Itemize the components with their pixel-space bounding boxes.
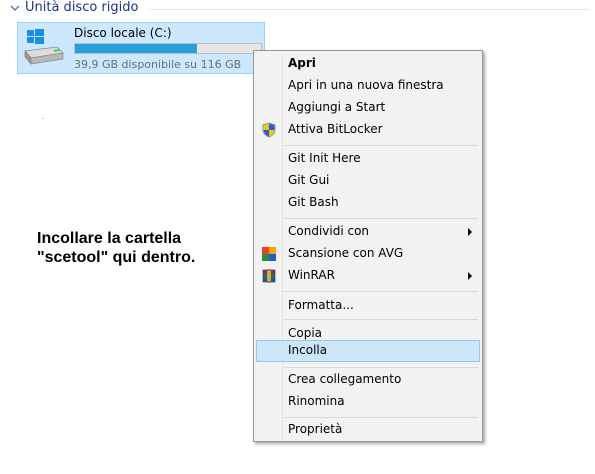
section-header-hard-drives[interactable]: Unità disco rigido	[0, 0, 595, 18]
section-divider	[150, 9, 590, 10]
menu-item-git-bash[interactable]: Git Bash	[256, 192, 480, 214]
menu-item-format[interactable]: Formatta...	[256, 289, 480, 312]
menu-item-pin-to-start[interactable]: Aggiungi a Start	[256, 97, 480, 119]
menu-item-avg-scan[interactable]: Scansione con AVG	[256, 243, 480, 265]
menu-item-label: Attiva BitLocker	[288, 122, 383, 136]
menu-item-create-shortcut[interactable]: Crea collegamento	[256, 369, 480, 391]
menu-item-bitlocker[interactable]: Attiva BitLocker	[256, 119, 480, 141]
menu-item-git-gui[interactable]: Git Gui	[256, 170, 480, 192]
menu-item-label: Apri	[288, 56, 316, 70]
explorer-view: Unità disco rigido Disco locale (C:) 39,…	[0, 0, 595, 474]
menu-item-rename[interactable]: Rinomina	[256, 391, 480, 413]
menu-item-properties[interactable]: Proprietà	[256, 419, 480, 441]
drive-usage-fill	[75, 44, 198, 53]
chevron-down-icon[interactable]	[9, 2, 21, 14]
drive-free-space: 39,9 GB disponibile su 116 GB	[74, 58, 242, 71]
winrar-icon	[262, 269, 276, 283]
avg-icon	[262, 247, 276, 261]
menu-item-paste[interactable]: Incolla	[256, 340, 480, 362]
menu-item-open-new-window[interactable]: Apri in una nuova finestra	[256, 75, 480, 97]
context-menu: Apri Apri in una nuova finestra Aggiungi…	[253, 50, 483, 442]
menu-item-label: Incolla	[288, 343, 328, 357]
menu-item-git-init[interactable]: Git Init Here	[256, 148, 480, 170]
stray-dot	[42, 118, 43, 119]
menu-separator	[284, 367, 478, 368]
submenu-arrow-icon	[468, 228, 472, 236]
menu-item-label: Apri in una nuova finestra	[288, 78, 444, 92]
menu-item-label: Scansione con AVG	[288, 246, 404, 260]
menu-item-share-with[interactable]: Condividi con	[256, 221, 480, 243]
menu-item-label: Git Bash	[288, 195, 339, 209]
instruction-line-1: Incollare la cartella	[37, 230, 182, 247]
menu-item-label: Condividi con	[288, 224, 370, 238]
submenu-arrow-icon	[468, 272, 472, 280]
menu-separator	[284, 145, 478, 146]
drive-usage-bar	[74, 43, 262, 54]
menu-item-label: Git Init Here	[288, 151, 361, 165]
menu-item-label: Proprietà	[288, 422, 343, 436]
menu-separator	[284, 218, 478, 219]
drive-tile-local-c[interactable]: Disco locale (C:) 39,9 GB disponibile su…	[17, 22, 265, 74]
menu-separator	[284, 417, 478, 418]
section-title: Unità disco rigido	[25, 0, 139, 15]
menu-item-label: Formatta...	[288, 298, 354, 312]
menu-item-open[interactable]: Apri	[256, 53, 480, 75]
menu-item-label: Aggiungi a Start	[288, 100, 386, 114]
menu-item-label: Rinomina	[288, 394, 345, 408]
menu-item-label: WinRAR	[288, 268, 335, 282]
menu-item-copy[interactable]: Copia	[256, 318, 480, 340]
menu-item-winrar[interactable]: WinRAR	[256, 265, 480, 287]
shield-icon	[262, 122, 276, 138]
instruction-line-2: "scetool" qui dentro.	[37, 249, 196, 266]
drive-name: Disco locale (C:)	[74, 26, 172, 40]
hard-drive-icon	[24, 29, 64, 65]
menu-item-label: Copia	[288, 326, 323, 340]
menu-item-label: Git Gui	[288, 173, 330, 187]
menu-item-label: Crea collegamento	[288, 372, 402, 386]
instruction-text: Incollare la cartella "scetool" qui dent…	[37, 229, 195, 267]
